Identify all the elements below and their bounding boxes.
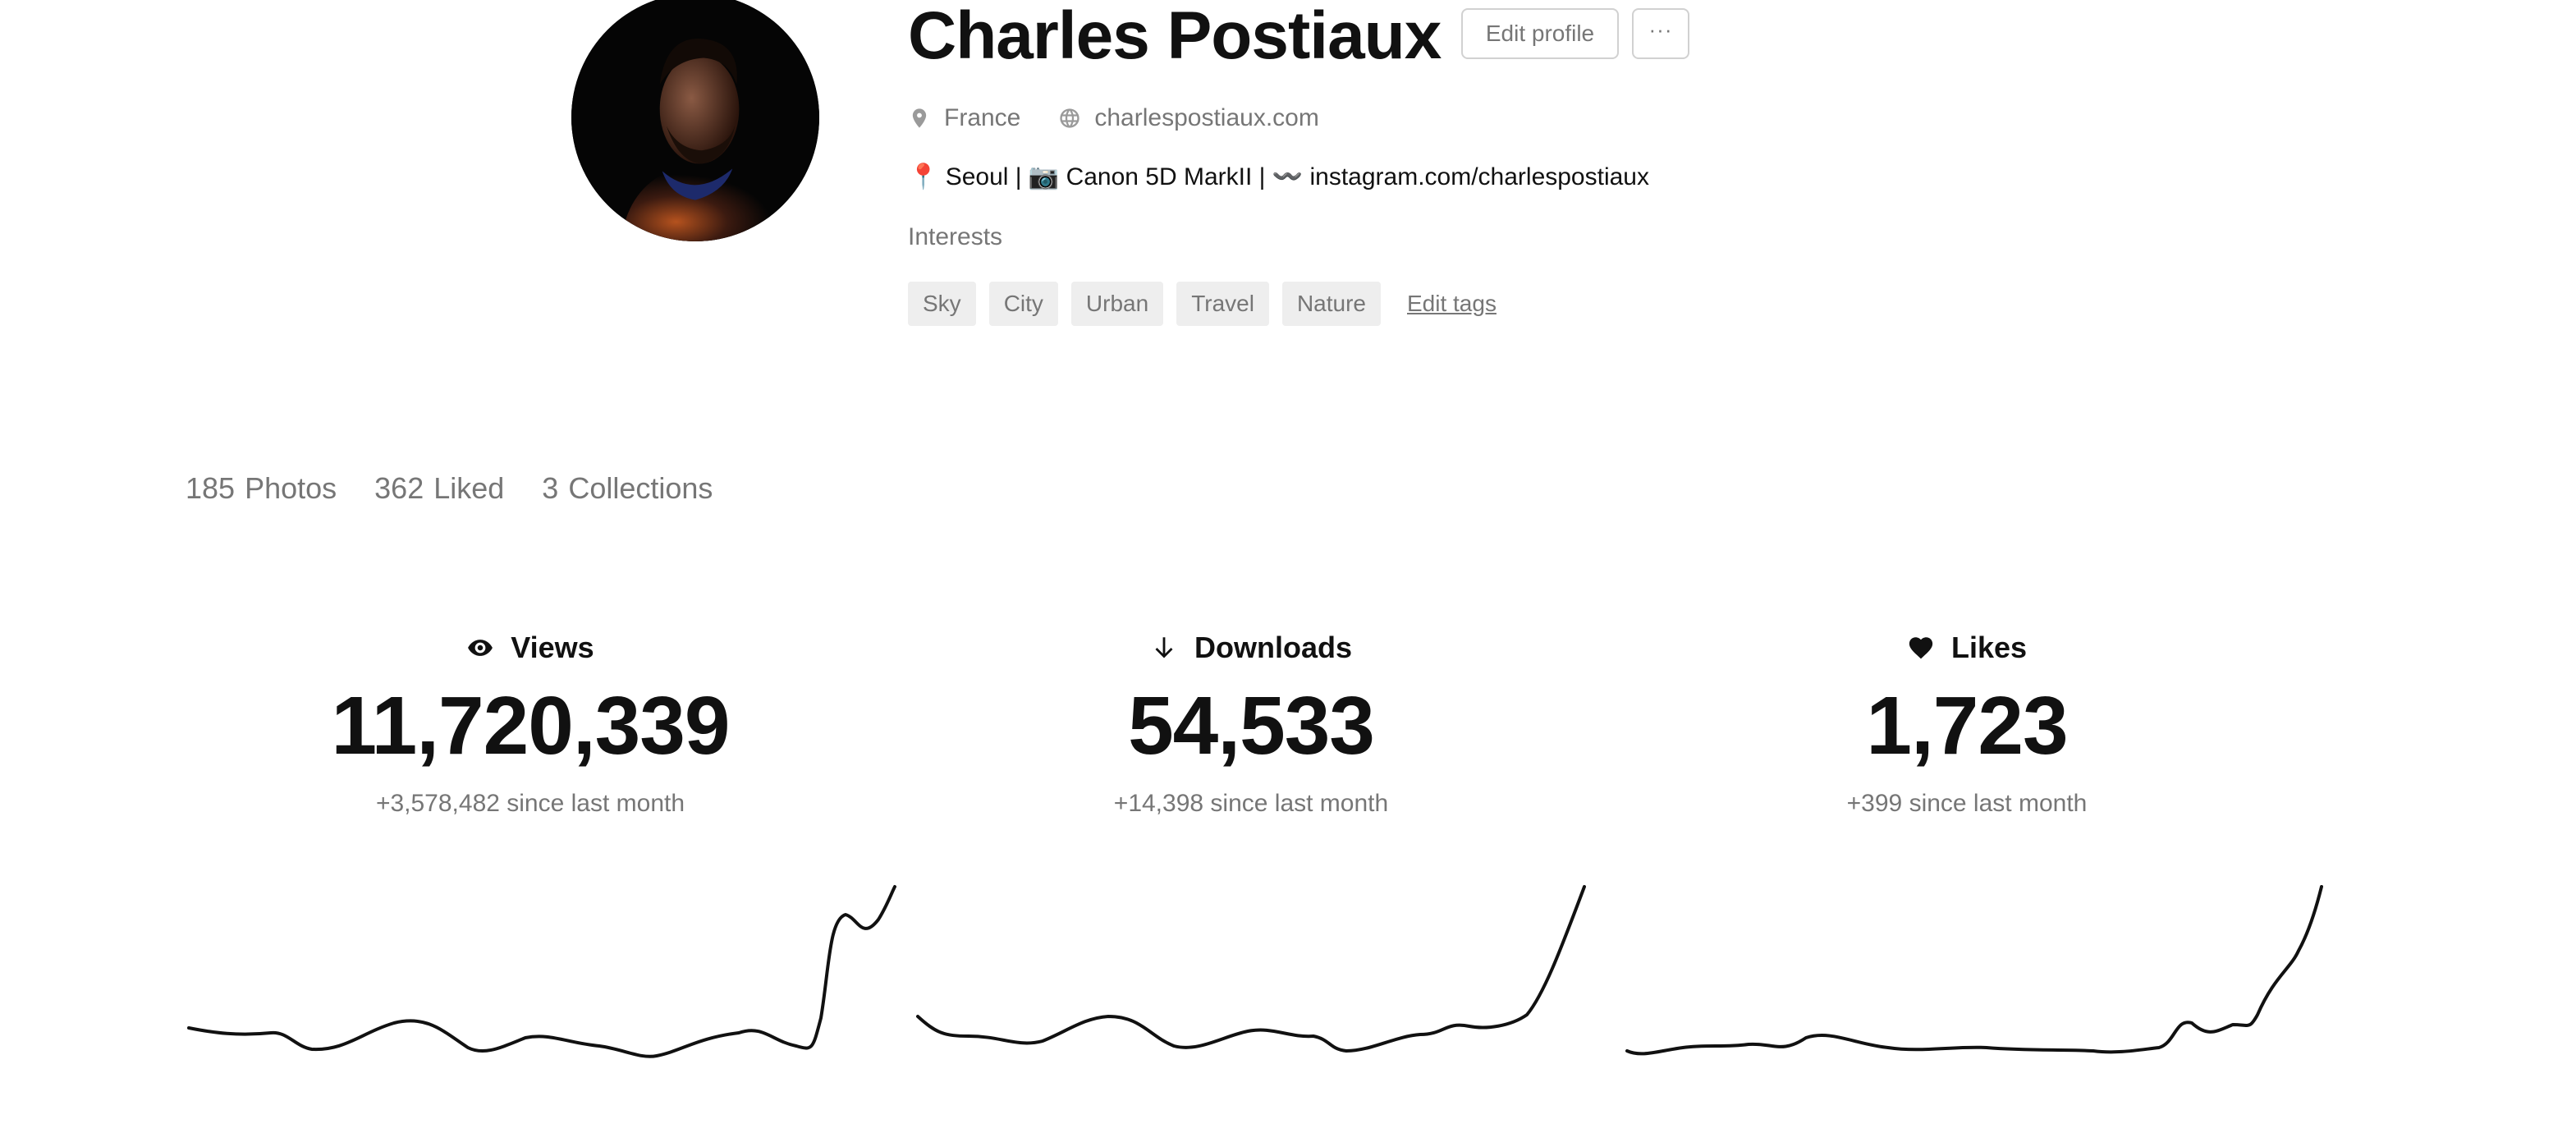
likes-sparkline [1625, 885, 2323, 1056]
map-pin-icon [912, 108, 927, 128]
likes-delta: +399 since last month [1846, 790, 2088, 817]
tag-urban[interactable]: Urban [1070, 282, 1164, 326]
profile-name: Charles Postiaux [908, 0, 1442, 73]
globe-icon [1060, 108, 1080, 128]
downloads-header: Downloads [898, 627, 1604, 668]
profile-page: Charles Postiaux Edit profile ··· France… [0, 0, 2576, 1133]
eye-icon [468, 640, 493, 656]
tab-label: Collections [568, 471, 713, 505]
location: France [908, 104, 1020, 132]
profile-meta: France charlespostiaux.com [908, 102, 1357, 135]
views-value: 11,720,339 [331, 680, 731, 772]
downloads-stat: Downloads 54,533 +14,398 since last mont… [898, 627, 1604, 818]
views-delta: +3,578,482 since last month [375, 790, 685, 817]
interests-label: Interests [908, 223, 1003, 250]
tab-collections[interactable]: 3 Collections [542, 471, 713, 506]
tag-sky[interactable]: Sky [908, 282, 976, 326]
downloads-sparkline [916, 885, 1586, 1053]
tab-label: Photos [245, 471, 337, 505]
avatar[interactable] [571, 0, 819, 241]
edit-tags-link[interactable]: Edit tags [1407, 291, 1497, 317]
tab-count: 362 [374, 471, 424, 505]
more-options-button[interactable]: ··· [1632, 8, 1689, 59]
tab-count: 185 [186, 471, 236, 505]
views-header: Views [177, 627, 883, 668]
likes-label: Likes [1950, 631, 2028, 664]
tab-label: Liked [433, 471, 505, 505]
downloads-delta: +14,398 since last month [1113, 790, 1389, 817]
tab-photos[interactable]: 185 Photos [186, 471, 337, 506]
likes-value: 1,723 [1866, 680, 2068, 772]
downloads-value: 54,533 [1128, 680, 1375, 772]
profile-bio: 📍 Seoul | 📷 Canon 5D MarkII | 〰️ instagr… [908, 163, 1649, 190]
avatar-image [571, 0, 819, 241]
downloads-label: Downloads [1194, 631, 1352, 664]
location-text: France [944, 104, 1021, 131]
tab-liked[interactable]: 362 Liked [374, 471, 504, 506]
tab-count: 3 [542, 471, 559, 505]
tag-city[interactable]: City [988, 282, 1058, 326]
tag-nature[interactable]: Nature [1281, 282, 1381, 326]
arrow-down-icon [1155, 637, 1173, 658]
website[interactable]: charlespostiaux.com [1058, 104, 1319, 132]
heart-icon [1909, 637, 1933, 659]
views-label: Views [511, 631, 594, 664]
edit-profile-button[interactable]: Edit profile [1461, 8, 1619, 59]
interest-tags: Sky City Urban Travel Nature Edit tags [908, 281, 1497, 327]
likes-header: Likes [1614, 627, 2320, 668]
tag-travel[interactable]: Travel [1176, 282, 1269, 326]
website-link[interactable]: charlespostiaux.com [1094, 104, 1318, 132]
views-sparkline [187, 885, 896, 1058]
profile-tabs: 185 Photos 362 Liked 3 Collections [186, 471, 750, 506]
likes-stat: Likes 1,723 +399 since last month [1614, 627, 2320, 818]
views-stat: Views 11,720,339 +3,578,482 since last m… [177, 627, 883, 818]
